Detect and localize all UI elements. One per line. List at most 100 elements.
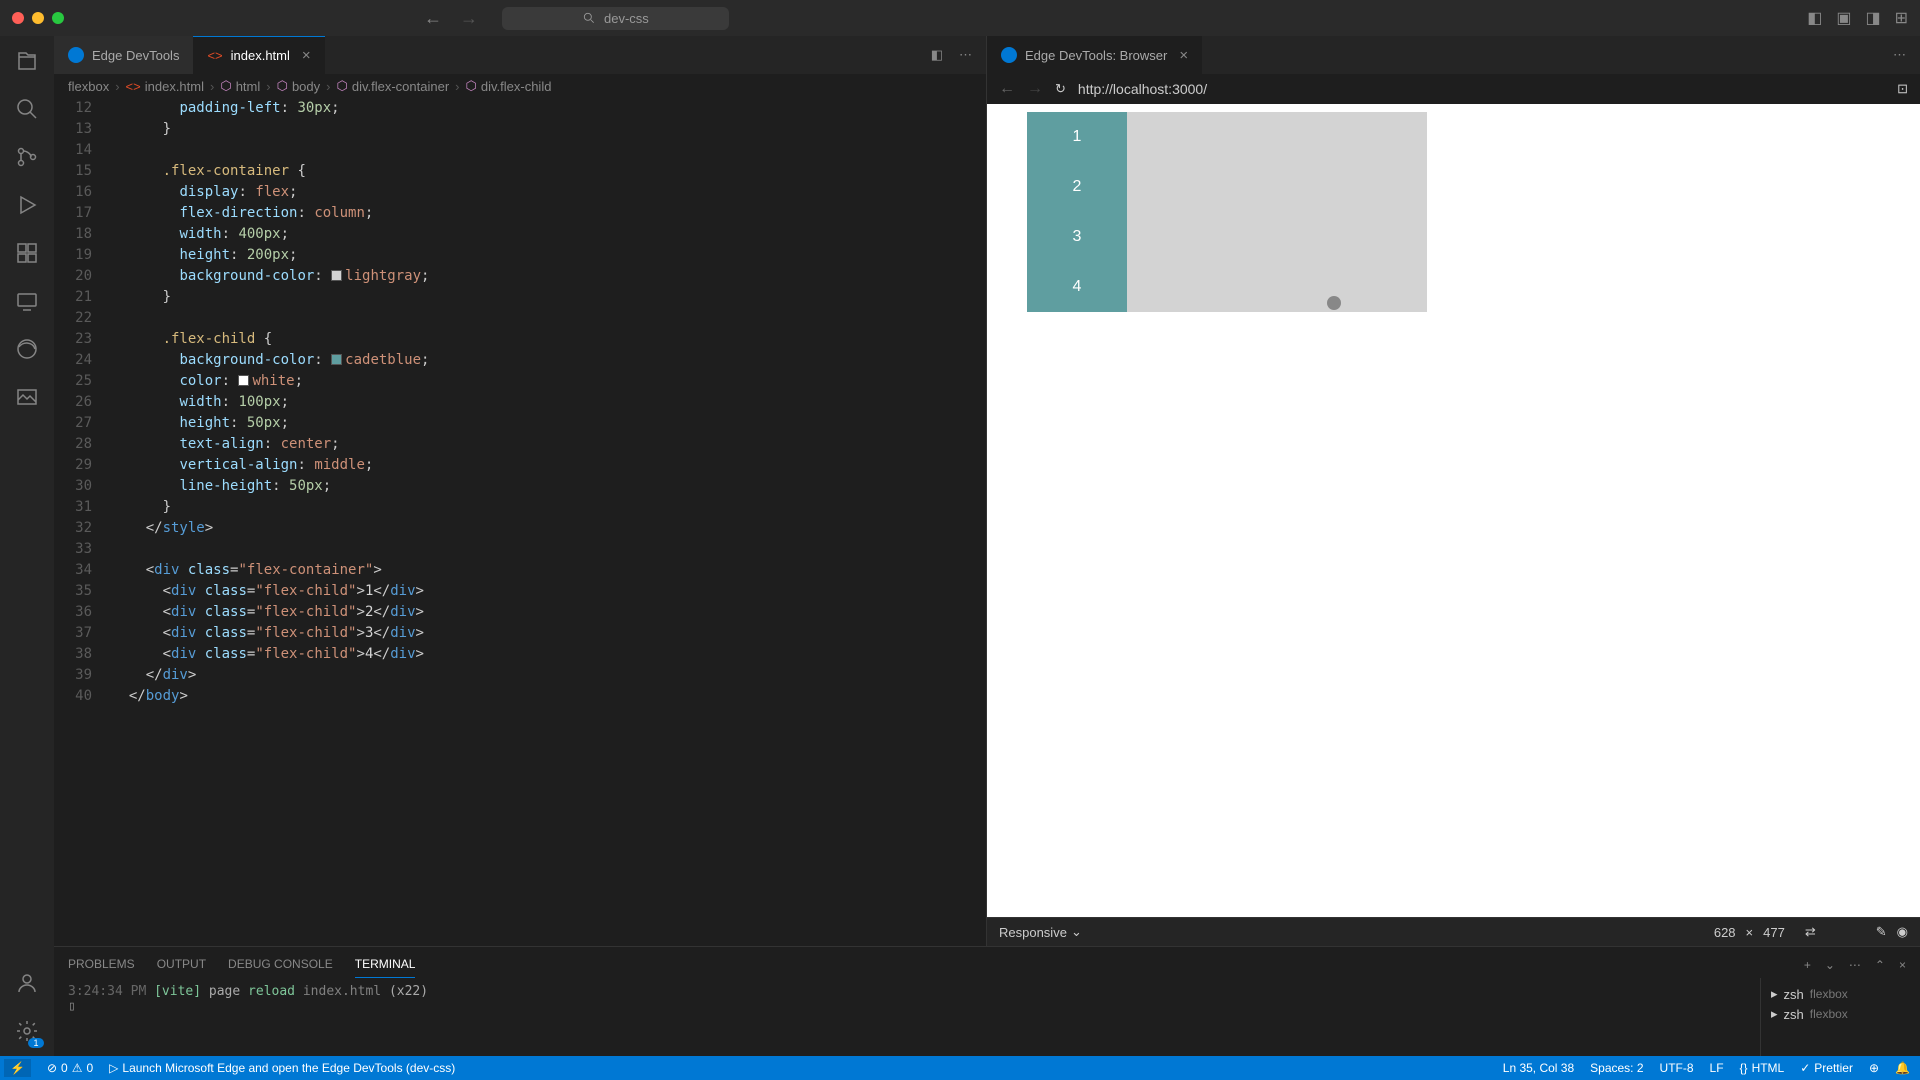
dimension-x-icon: × (1746, 925, 1754, 940)
launch-icon: ▷ (109, 1061, 118, 1075)
close-tab-icon[interactable]: × (302, 47, 311, 64)
close-panel-icon[interactable]: × (1899, 958, 1906, 972)
errors-item[interactable]: ⊘0⚠0 (47, 1061, 93, 1075)
terminal-icon: ▸ (1771, 986, 1778, 1002)
launch-item[interactable]: ▷Launch Microsoft Edge and open the Edge… (109, 1061, 455, 1075)
split-terminal-icon[interactable]: ⋯ (1849, 958, 1861, 972)
search-icon[interactable] (14, 96, 40, 122)
output-tab[interactable]: OUTPUT (157, 951, 206, 978)
toggle-secondary-icon[interactable]: ◨ (1865, 8, 1880, 28)
maximize-panel-icon[interactable]: ⌃ (1875, 958, 1885, 972)
toggle-panel-icon[interactable]: ▣ (1836, 8, 1851, 28)
remote-icon[interactable] (14, 288, 40, 314)
flex-child: 4 (1027, 262, 1127, 312)
traffic-lights (12, 12, 64, 24)
tab-label: Edge DevTools: Browser (1025, 48, 1167, 63)
new-terminal-icon[interactable]: + (1804, 958, 1811, 972)
flex-container: 1 2 3 4 (1027, 112, 1427, 312)
eol[interactable]: LF (1710, 1061, 1724, 1075)
code-editor[interactable]: 1213141516171819202122232425262728293031… (54, 98, 986, 946)
statusbar: ⚡ ⊘0⚠0 ▷Launch Microsoft Edge and open t… (0, 1056, 1920, 1080)
close-tab-icon[interactable]: × (1179, 47, 1188, 64)
terminal-output[interactable]: 3:24:34 PM [vite] page reload index.html… (54, 978, 1760, 1056)
screenshot-icon[interactable]: ◉ (1897, 924, 1908, 940)
preview-url-bar: ← → ↻ http://localhost:3000/ ⊡ (987, 74, 1920, 104)
activitybar (0, 36, 54, 1056)
tab-label: index.html (231, 48, 290, 63)
panel-tabs: PROBLEMS OUTPUT DEBUG CONSOLE TERMINAL +… (54, 947, 1920, 978)
breadcrumb-html: ⬡html (220, 78, 260, 94)
language-mode[interactable]: {}HTML (1740, 1061, 1785, 1075)
encoding[interactable]: UTF-8 (1660, 1061, 1694, 1075)
panel-body: 3:24:34 PM [vite] page reload index.html… (54, 978, 1920, 1056)
terminal-tab[interactable]: TERMINAL (355, 951, 416, 978)
nav-forward-icon[interactable]: → (460, 8, 478, 29)
search-icon (582, 11, 596, 25)
settings-icon[interactable] (14, 1018, 40, 1044)
bottom-panel: PROBLEMS OUTPUT DEBUG CONSOLE TERMINAL +… (54, 946, 1920, 1056)
url-input[interactable]: http://localhost:3000/ (1078, 81, 1885, 97)
edge-devtools-icon[interactable] (14, 336, 40, 362)
tab-devtools-browser[interactable]: Edge DevTools: Browser × (987, 36, 1202, 74)
minimize-window-button[interactable] (32, 12, 44, 24)
edge-icon (68, 47, 84, 63)
code-content: padding-left: 30px; } .flex-container { … (104, 98, 986, 946)
terminal-item[interactable]: ▸zshflexbox (1771, 984, 1910, 1004)
nav-arrows: ← → (424, 8, 478, 29)
nav-back-icon[interactable]: ← (424, 8, 442, 29)
problems-tab[interactable]: PROBLEMS (68, 951, 135, 978)
customize-layout-icon[interactable]: ⊞ (1895, 8, 1908, 28)
extensions-icon[interactable] (14, 240, 40, 266)
maximize-window-button[interactable] (52, 12, 64, 24)
vscode-window: ← → dev-css ◧ ▣ ◨ ⊞ (0, 0, 1920, 1080)
source-control-icon[interactable] (14, 144, 40, 170)
flex-child: 3 (1027, 212, 1127, 262)
terminal-list: ▸zshflexbox ▸zshflexbox (1760, 978, 1920, 1056)
flex-child: 2 (1027, 162, 1127, 212)
device-select[interactable]: Responsive ⌄ (999, 924, 1082, 940)
breadcrumb[interactable]: flexbox› <>index.html› ⬡html› ⬡body› ⬡di… (54, 74, 986, 98)
close-window-button[interactable] (12, 12, 24, 24)
editor-area: Edge DevTools <> index.html × ◧ ⋯ (54, 36, 1920, 1056)
terminal-item[interactable]: ▸zshflexbox (1771, 1004, 1910, 1024)
more-actions-icon[interactable]: ⋯ (959, 47, 972, 63)
tab-actions: ◧ ⋯ (917, 36, 986, 74)
more-actions-icon[interactable]: ⋯ (1893, 47, 1906, 63)
error-icon: ⊘ (47, 1061, 57, 1075)
warning-icon: ⚠ (72, 1061, 83, 1075)
viewport-height[interactable]: 477 (1763, 925, 1785, 940)
feedback-icon[interactable]: ⊕ (1869, 1061, 1879, 1075)
viewport-width[interactable]: 628 (1714, 925, 1736, 940)
toggle-sidebar-icon[interactable]: ◧ (1807, 8, 1822, 28)
run-debug-icon[interactable] (14, 192, 40, 218)
edit-icon[interactable]: ✎ (1876, 924, 1887, 940)
reload-icon[interactable]: ↻ (1055, 81, 1066, 97)
debug-console-tab[interactable]: DEBUG CONSOLE (228, 951, 333, 978)
image-icon[interactable] (14, 384, 40, 410)
indentation[interactable]: Spaces: 2 (1590, 1061, 1643, 1075)
browser-forward-icon[interactable]: → (1027, 80, 1043, 98)
breadcrumb-child: ⬡div.flex-child (466, 78, 552, 94)
browser-back-icon[interactable]: ← (999, 80, 1015, 98)
tab-label: Edge DevTools (92, 48, 179, 63)
bell-icon[interactable]: 🔔 (1895, 1061, 1910, 1075)
cursor-position[interactable]: Ln 35, Col 38 (1503, 1061, 1574, 1075)
inspect-icon[interactable]: ⊡ (1897, 81, 1908, 97)
tab-edge-devtools[interactable]: Edge DevTools (54, 36, 193, 74)
breadcrumb-body: ⬡body (277, 78, 321, 94)
split-editor-icon[interactable]: ◧ (931, 47, 943, 63)
preview-viewport[interactable]: 1 2 3 4 (987, 104, 1920, 917)
rotate-icon[interactable]: ⇄ (1805, 924, 1816, 940)
prettier-status[interactable]: ✓Prettier (1800, 1061, 1853, 1075)
chevron-down-icon: ⌄ (1071, 924, 1082, 940)
terminal-dropdown-icon[interactable]: ⌄ (1825, 958, 1835, 972)
check-icon: ✓ (1800, 1061, 1810, 1075)
flex-child: 1 (1027, 112, 1127, 162)
editor-tabs: Edge DevTools <> index.html × ◧ ⋯ (54, 36, 986, 74)
remote-indicator[interactable]: ⚡ (4, 1059, 31, 1077)
breadcrumb-file: <>index.html (126, 79, 204, 94)
command-center[interactable]: dev-css (502, 7, 729, 30)
tab-index-html[interactable]: <> index.html × (193, 36, 324, 74)
explorer-icon[interactable] (14, 48, 40, 74)
account-icon[interactable] (14, 970, 40, 996)
